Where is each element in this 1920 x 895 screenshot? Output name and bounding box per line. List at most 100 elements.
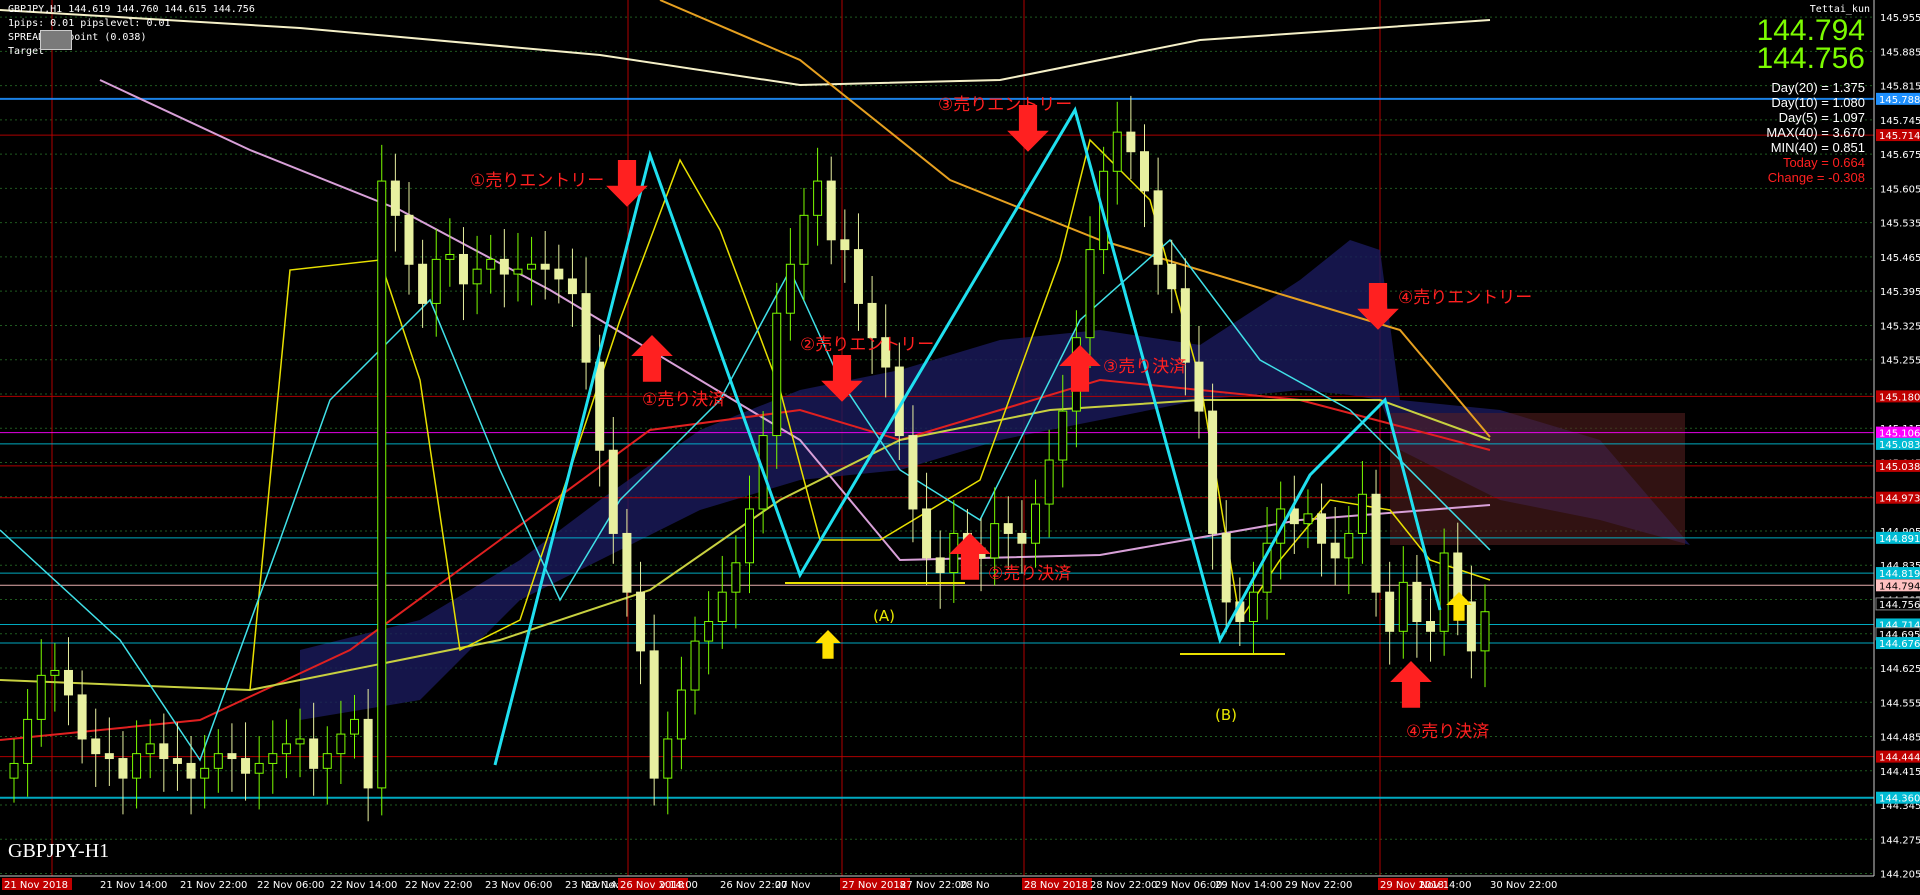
- candle-body: [36, 674, 46, 720]
- candle-body: [1126, 131, 1136, 153]
- entry-3-label: ③売りエントリー: [938, 95, 1073, 115]
- chart-title: GBPJPY,H1 144.619 144.760 144.615 144.75…: [8, 4, 255, 15]
- candle-body: [1017, 532, 1027, 544]
- candle-body: [745, 508, 754, 564]
- candle-body: [118, 758, 128, 779]
- candle-body: [9, 762, 19, 779]
- candle-body: [145, 743, 155, 755]
- price-tag-label: 145.714: [1879, 131, 1920, 142]
- candle-body: [813, 180, 823, 216]
- price-tag-label: 144.794: [1879, 581, 1920, 592]
- candle-body: [690, 640, 700, 691]
- y-tick-label: 144.625: [1880, 664, 1920, 675]
- candle-body: [636, 591, 646, 652]
- candle-body: [513, 268, 523, 275]
- x-tick-label: 27 Nov 22:00: [900, 880, 967, 891]
- candle-body: [785, 263, 795, 314]
- candle-body: [1208, 410, 1218, 534]
- y-tick-label: 145.395: [1880, 287, 1920, 298]
- price-tag-label: 144.444: [1879, 753, 1920, 764]
- price-chart[interactable]: 145.955 145.885 145.815 145.745 145.675 145.6…: [0, 0, 1920, 891]
- y-tick-label: 144.275: [1880, 835, 1920, 846]
- candle-body: [1194, 361, 1204, 412]
- day5-stat: Day(5) = 1.097: [1778, 110, 1865, 125]
- candle-body: [104, 753, 114, 760]
- x-tick-label: 22 Nov 14:00: [330, 880, 397, 891]
- candle-body: [1031, 503, 1041, 544]
- candle-body: [554, 268, 564, 280]
- candle-body: [1439, 552, 1449, 632]
- candle-body: [377, 180, 387, 789]
- candle-body: [581, 293, 591, 363]
- x-tick-label: 21 Nov 14:00: [100, 880, 167, 891]
- today-stat: Today = 0.664: [1782, 155, 1865, 170]
- y-tick-label: 145.745: [1880, 116, 1920, 127]
- candle-body: [254, 762, 264, 774]
- candle-body: [91, 738, 101, 755]
- candle-body: [241, 758, 251, 774]
- chart-area[interactable]: 145.955 145.885 145.815 145.745 145.675 145.6…: [0, 0, 1920, 891]
- candle-body: [1003, 523, 1013, 534]
- candle-body: [649, 650, 659, 779]
- candle-body: [445, 253, 455, 260]
- candle-body: [1357, 493, 1367, 534]
- ask-price: 144.756: [1756, 42, 1865, 75]
- candle-body: [595, 361, 605, 451]
- min40-stat: MIN(40) = 0.851: [1770, 140, 1865, 155]
- candle-body: [336, 733, 346, 755]
- candle-body: [186, 762, 196, 779]
- x-tick-label: 29 Nov 06:00: [1155, 880, 1222, 891]
- price-tag-label: 144.676: [1879, 639, 1920, 650]
- candle-body: [1058, 410, 1068, 461]
- day20-stat: Day(20) = 1.375: [1771, 80, 1865, 95]
- point-b-label: (B): [1215, 706, 1237, 724]
- point-a-label: (A): [873, 607, 895, 625]
- indicator-toggle-button[interactable]: [40, 30, 72, 50]
- candle-body: [853, 249, 863, 304]
- candle-body: [608, 449, 618, 534]
- x-tick-label: 29 Nov 14:00: [1215, 880, 1282, 891]
- candle-body: [77, 694, 87, 740]
- candle-body: [499, 258, 509, 275]
- price-tag-label: 145.083: [1879, 440, 1920, 451]
- spread-info: SPREAD: 0 point (0.038): [8, 32, 147, 43]
- day10-stat: Day(10) = 1.080: [1771, 95, 1865, 110]
- y-tick-label: 144.415: [1880, 767, 1920, 778]
- candle-body: [1385, 591, 1395, 632]
- candle-body: [1167, 263, 1177, 290]
- y-tick-label: 144.485: [1880, 733, 1920, 744]
- candle-body: [309, 738, 319, 769]
- candle-body: [1330, 542, 1340, 559]
- x-tick-label: 22 Nov 06:00: [257, 880, 324, 891]
- x-tick-label: 28 Nov 22:00: [1090, 880, 1157, 891]
- y-tick-label: 145.465: [1880, 253, 1920, 264]
- candle-body: [990, 523, 1000, 559]
- candle-body: [840, 239, 850, 251]
- x-tick-label: v 14:00: [660, 880, 698, 891]
- exit-2-label: ②売り決済: [988, 564, 1072, 584]
- candle-body: [200, 767, 210, 779]
- candle-body: [1303, 513, 1313, 525]
- candle-body: [132, 753, 142, 779]
- candle-body: [799, 214, 809, 265]
- exit-4-label: ④売り決済: [1406, 722, 1490, 742]
- x-tick-label: 28 Nov 2018: [1024, 880, 1088, 891]
- x-tick-label: 27 Nov: [775, 880, 811, 891]
- candle-body: [458, 253, 468, 285]
- max40-stat: MAX(40) = 3.670: [1766, 125, 1865, 140]
- target-info: Target: [8, 46, 45, 57]
- price-tag-label: 145.180: [1879, 392, 1920, 403]
- candle-body: [676, 689, 686, 740]
- x-tick-label: 21 Nov 22:00: [180, 880, 247, 891]
- y-tick-label: 145.535: [1880, 219, 1920, 230]
- y-tick-label: 144.205: [1880, 870, 1920, 881]
- entry-1-label: ①売りエントリー: [470, 171, 605, 191]
- candle-body: [1466, 601, 1476, 652]
- price-tag-label: 144.819: [1879, 569, 1920, 580]
- candle-body: [1317, 513, 1327, 544]
- pips-info: 1pips: 0.01 pipslevel: 0.01: [8, 18, 171, 29]
- candle-body: [486, 258, 496, 270]
- x-tick-label: 22 Nov 22:00: [405, 880, 472, 891]
- candle-body: [63, 669, 73, 696]
- x-tick-label: 30 Nov 22:00: [1490, 880, 1557, 891]
